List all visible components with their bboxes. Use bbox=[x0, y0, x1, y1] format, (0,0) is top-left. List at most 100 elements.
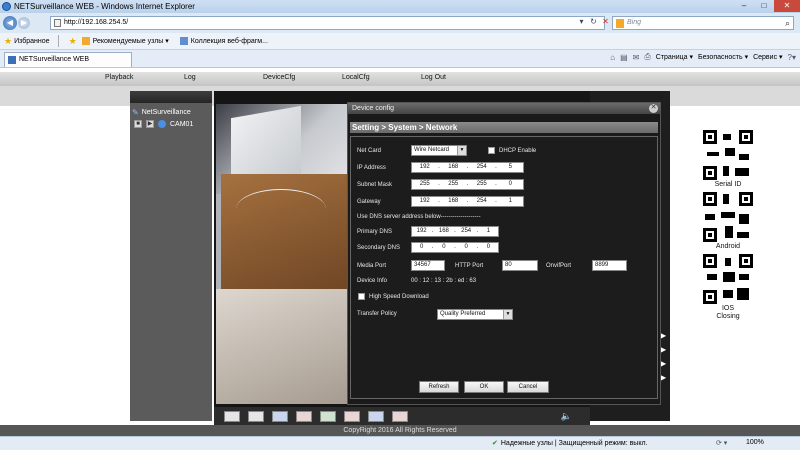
http-port-input[interactable]: 80 bbox=[502, 260, 538, 271]
check-icon: ✔ bbox=[492, 440, 498, 447]
camera-label: CAM01 bbox=[170, 120, 194, 128]
record-button[interactable] bbox=[296, 410, 312, 422]
media-port-label: Media Port bbox=[357, 263, 387, 269]
status-icons[interactable]: ⟳ ▾ bbox=[716, 439, 727, 447]
minimize-button[interactable]: – bbox=[734, 0, 754, 12]
tab-netsurveillance[interactable]: NETSurveillance WEB bbox=[4, 52, 132, 67]
window-layout-button[interactable] bbox=[248, 410, 264, 422]
android-label: Android bbox=[715, 243, 741, 250]
fav-web-slices[interactable]: Коллекция веб-фрагм... bbox=[177, 37, 268, 45]
primary-dns-field[interactable]: 192. 168. 254. 1 bbox=[411, 226, 499, 237]
media-port-input[interactable]: 34567 bbox=[411, 260, 445, 271]
close-window-button[interactable]: ✕ bbox=[774, 0, 800, 12]
security-zone[interactable]: ✔ Надежные узлы | Защищенный режим: выкл… bbox=[492, 439, 648, 448]
video-feed[interactable] bbox=[216, 104, 349, 404]
nav-playback[interactable]: Playback bbox=[105, 74, 133, 81]
device-icon: ✎ bbox=[132, 108, 139, 117]
fullscreen-button[interactable] bbox=[224, 410, 240, 422]
cancel-button[interactable]: Cancel bbox=[507, 381, 549, 393]
secondary-dns-field[interactable]: 0. 0. 0. 0 bbox=[411, 242, 499, 253]
help-icon[interactable]: ?▾ bbox=[788, 53, 796, 62]
page-menu[interactable]: Страница ▾ bbox=[656, 53, 693, 61]
window-titlebar: NETSurveillance WEB - Windows Internet E… bbox=[0, 0, 800, 13]
app-nav-bar: Playback Log DeviceCfg LocalCfg Log Out bbox=[0, 72, 800, 86]
serial-id-label: Serial ID bbox=[714, 181, 742, 188]
playback-button[interactable] bbox=[272, 410, 288, 422]
nav-log[interactable]: Log bbox=[184, 74, 196, 81]
primary-dns-label: Primary DNS bbox=[357, 229, 393, 235]
page-icon bbox=[54, 19, 61, 27]
gateway-field[interactable]: 192. 168. 254. 1 bbox=[411, 196, 524, 207]
dialog-close-icon[interactable]: ✕ bbox=[649, 104, 658, 113]
snapshot-button[interactable] bbox=[320, 410, 336, 422]
search-icon[interactable]: ⌕ bbox=[785, 17, 790, 29]
divider bbox=[57, 35, 59, 47]
search-input[interactable]: Bing ⌕ bbox=[612, 16, 794, 30]
talk-button[interactable] bbox=[368, 410, 384, 422]
forward-button[interactable]: ▶ bbox=[18, 17, 30, 29]
refresh-icon[interactable]: ↻ bbox=[589, 17, 598, 27]
add-favorite-icon[interactable]: ★ bbox=[69, 36, 77, 47]
url-input[interactable]: http://192.168.254.5/ bbox=[50, 16, 605, 30]
net-card-value: Wire Netcard bbox=[414, 147, 450, 153]
zoom-level[interactable]: 100% bbox=[746, 439, 764, 446]
camera-row[interactable]: ■ ▶ CAM01 bbox=[134, 120, 193, 128]
dns-octet: 0 bbox=[486, 244, 491, 250]
device-tree-root[interactable]: ✎ NetSurveillance bbox=[132, 108, 191, 117]
maximize-button[interactable]: □ bbox=[754, 0, 774, 12]
refresh-button[interactable]: Refresh bbox=[419, 381, 459, 393]
dns-octet: 0 bbox=[419, 244, 424, 250]
fav-suggested-sites[interactable]: Рекомендуемые узлы ▾ bbox=[79, 37, 169, 45]
dns-octet: 192 bbox=[416, 228, 427, 234]
ios-qr bbox=[703, 254, 753, 304]
onvif-port-input[interactable]: 8899 bbox=[592, 260, 627, 271]
net-card-select[interactable]: Wire Netcard ▼ bbox=[411, 145, 467, 156]
ip-address-field[interactable]: 192. 168. 254. 5 bbox=[411, 162, 524, 173]
stop-icon[interactable]: ✕ bbox=[601, 17, 610, 27]
home-icon[interactable]: ⌂ bbox=[610, 53, 615, 62]
onvif-port-label: OnvifPort bbox=[546, 263, 572, 269]
mute-button[interactable] bbox=[392, 410, 408, 422]
mac-address: 00 : 12 : 13 : 2b : ed : 63 bbox=[411, 278, 477, 284]
stop-stream-icon[interactable]: ■ bbox=[134, 120, 142, 128]
dialog-title: Device config bbox=[348, 103, 660, 114]
safety-menu[interactable]: Безопасность ▾ bbox=[698, 53, 748, 61]
nav-logout[interactable]: Log Out bbox=[421, 74, 446, 81]
print-icon[interactable]: ⎙ bbox=[644, 52, 650, 62]
tools-menu[interactable]: Сервис ▾ bbox=[753, 53, 782, 61]
play-stream-icon[interactable]: ▶ bbox=[146, 120, 154, 128]
nav-localcfg[interactable]: LocalCfg bbox=[342, 74, 370, 81]
dhcp-label: DHCP Enable bbox=[499, 148, 537, 154]
ip-octet: 168 bbox=[448, 164, 459, 170]
webslice-icon bbox=[179, 37, 188, 45]
ok-button[interactable]: OK bbox=[464, 381, 504, 393]
subnet-mask-field[interactable]: 255. 255. 255. 0 bbox=[411, 179, 524, 190]
nav-devicecfg[interactable]: DeviceCfg bbox=[263, 74, 295, 81]
dhcp-checkbox[interactable] bbox=[488, 147, 495, 154]
video-wire bbox=[236, 189, 326, 229]
compat-view-icon[interactable]: ▾ bbox=[577, 17, 586, 27]
back-button[interactable]: ◀ bbox=[3, 16, 17, 30]
feeds-icon[interactable]: ▤ bbox=[620, 53, 628, 62]
gateway-label: Gateway bbox=[357, 199, 381, 205]
chevron-down-icon: ▼ bbox=[503, 310, 512, 319]
mask-octet: 255 bbox=[419, 181, 430, 187]
ie-logo-icon bbox=[2, 2, 11, 11]
sidebar-header bbox=[130, 91, 212, 103]
alarm-button[interactable] bbox=[344, 410, 360, 422]
favorites-star-icon: ★ bbox=[4, 35, 13, 46]
qr-column: Serial ID Android IOS Closing bbox=[696, 130, 760, 324]
mail-icon[interactable]: ✉ bbox=[633, 53, 640, 62]
speaker-icon[interactable]: 🔈 bbox=[561, 411, 572, 422]
high-speed-checkbox[interactable] bbox=[358, 293, 365, 300]
favorites-bar: ★ Избранное ★ Рекомендуемые узлы ▾ Колле… bbox=[0, 33, 800, 50]
dns-octet: 254 bbox=[461, 228, 472, 234]
ip-octet: 5 bbox=[508, 164, 512, 170]
security-zone-label: Надежные узлы | Защищенный режим: выкл. bbox=[500, 439, 648, 447]
gateway-octet: 192 bbox=[419, 198, 430, 204]
transfer-policy-select[interactable]: Quality Preferred ▼ bbox=[437, 309, 513, 320]
closing-link[interactable]: Closing bbox=[696, 313, 760, 320]
favorites-button[interactable]: Избранное bbox=[14, 38, 49, 45]
gateway-octet: 254 bbox=[476, 198, 487, 204]
android-qr bbox=[703, 192, 753, 242]
